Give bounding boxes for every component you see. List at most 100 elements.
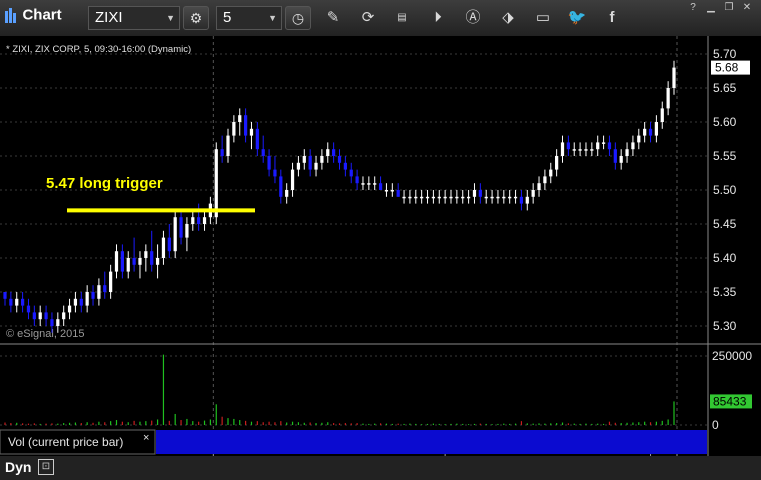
candle-body	[114, 251, 119, 272]
candle-body	[314, 162, 318, 170]
candle-body	[437, 196, 441, 199]
candle-body	[484, 196, 488, 199]
watermark: © eSignal, 2015	[6, 328, 84, 340]
volume-tick-label: 0	[712, 418, 719, 432]
interval-dropdown-icon[interactable]: ▼	[268, 7, 277, 29]
axis-background	[708, 36, 761, 456]
candle-body	[408, 196, 412, 199]
candle-body	[290, 169, 295, 190]
candle-body	[238, 115, 242, 122]
facebook-icon[interactable]: f	[600, 6, 624, 30]
candle-body	[38, 312, 42, 320]
candle-body	[320, 156, 324, 163]
symbol-input[interactable]: ZIXI ▼	[88, 6, 180, 30]
candle-body	[79, 298, 83, 306]
candle-body	[132, 258, 136, 265]
chart-canvas: * ZIXI, ZIX CORP, 5, 09:30-16:00 (Dynami…	[0, 36, 761, 456]
twitter-icon[interactable]: 🐦	[565, 6, 589, 30]
clock-icon[interactable]: ◷	[285, 6, 311, 30]
candle-body	[590, 149, 594, 151]
candle-body	[373, 183, 377, 185]
candle-body	[50, 319, 54, 326]
candle-body	[261, 149, 265, 156]
symbol-value: ZIXI	[95, 9, 123, 26]
comment-icon[interactable]: ▭	[531, 6, 555, 30]
symbol-dropdown-icon[interactable]: ▼	[166, 7, 175, 29]
candle-body	[337, 156, 342, 163]
price-tick-label: 5.65	[713, 81, 737, 95]
settings-gear-icon[interactable]: ⚙	[183, 6, 209, 30]
tag-icon[interactable]: ⬗	[496, 6, 520, 30]
candle-body	[660, 108, 664, 122]
candle-body	[161, 237, 166, 258]
close-icon[interactable]: ✕	[740, 2, 754, 14]
candle-body	[126, 258, 130, 272]
volume-legend-close-icon[interactable]: ×	[143, 432, 149, 444]
candle-body	[420, 196, 424, 199]
candle-body	[490, 196, 494, 199]
refresh-cycle-icon[interactable]: ⟳	[356, 6, 380, 30]
toolbar: Chart ZIXI ▼ ⚙ 5 ▼ ◷ ✎ ⟳ ▤ ⏵ Ⓐ ⬗ ▭ 🐦 f ?…	[0, 0, 761, 37]
candle-body	[654, 122, 659, 136]
candle-body	[578, 149, 582, 151]
candle-body	[443, 196, 447, 199]
candle-body	[109, 271, 113, 292]
candle-body	[349, 169, 353, 177]
candle-body	[414, 196, 418, 199]
restore-icon[interactable]: ❐	[722, 2, 736, 14]
play-icon[interactable]: ⏵	[426, 6, 450, 30]
candle-body	[285, 190, 289, 197]
candle-body	[214, 149, 218, 218]
candle-body	[56, 319, 60, 326]
volume-tick-label: 250000	[712, 349, 752, 363]
candle-body	[273, 169, 277, 177]
candle-body	[185, 224, 189, 238]
candle-body	[425, 196, 430, 199]
last-price-value: 5.68	[715, 61, 739, 75]
trigger-label: 5.47 long trigger	[46, 175, 163, 192]
candle-body	[631, 142, 635, 150]
alert-a-icon[interactable]: Ⓐ	[461, 6, 485, 30]
candle-body	[601, 142, 606, 144]
candle-body	[73, 298, 78, 306]
candle-body	[572, 149, 576, 151]
candle-body	[361, 183, 365, 185]
candle-body	[249, 128, 254, 136]
candle-body	[202, 217, 207, 224]
status-bar: Dyn ⊡	[0, 456, 761, 480]
chart-title: Chart	[4, 6, 84, 30]
chart-app-icon	[4, 7, 18, 23]
candle-body	[85, 292, 89, 306]
candle-body	[155, 258, 160, 265]
candle-body	[332, 149, 336, 156]
get-data-icon[interactable]: ▤	[390, 6, 414, 30]
candle-body	[666, 88, 670, 109]
dynamic-mode-label[interactable]: Dyn	[5, 459, 31, 475]
volume-legend-label: Vol (current price bar)	[8, 435, 123, 449]
chart-header: * ZIXI, ZIX CORP, 5, 09:30-16:00 (Dynami…	[6, 44, 191, 55]
pencil-draw-icon[interactable]: ✎	[321, 6, 345, 30]
app-title: Chart	[22, 6, 62, 24]
candle-body	[296, 162, 301, 170]
candle-body	[596, 142, 600, 150]
lock-icon[interactable]: ⊡	[38, 459, 54, 475]
candle-body	[455, 196, 459, 199]
candle-body	[584, 149, 588, 151]
candle-body	[461, 196, 465, 199]
price-axis: 5.70 5.65 5.60 5.55 5.50 5.45 5.40 5.35 5.30	[713, 47, 737, 333]
candle-body	[672, 67, 676, 88]
minimize-icon[interactable]: ▁	[704, 2, 718, 14]
candle-body	[555, 156, 559, 170]
candle-body	[9, 298, 13, 306]
candle-body	[478, 190, 482, 197]
candle-body	[519, 196, 524, 204]
candle-body	[384, 190, 389, 192]
candle-body	[619, 156, 623, 163]
candle-body	[15, 298, 19, 306]
interval-input[interactable]: 5 ▼	[216, 6, 282, 30]
candle-body	[191, 217, 195, 224]
candle-body	[3, 292, 7, 299]
candle-body	[326, 149, 330, 156]
help-icon[interactable]: ?	[686, 2, 700, 14]
price-tick-label: 5.50	[713, 183, 737, 197]
